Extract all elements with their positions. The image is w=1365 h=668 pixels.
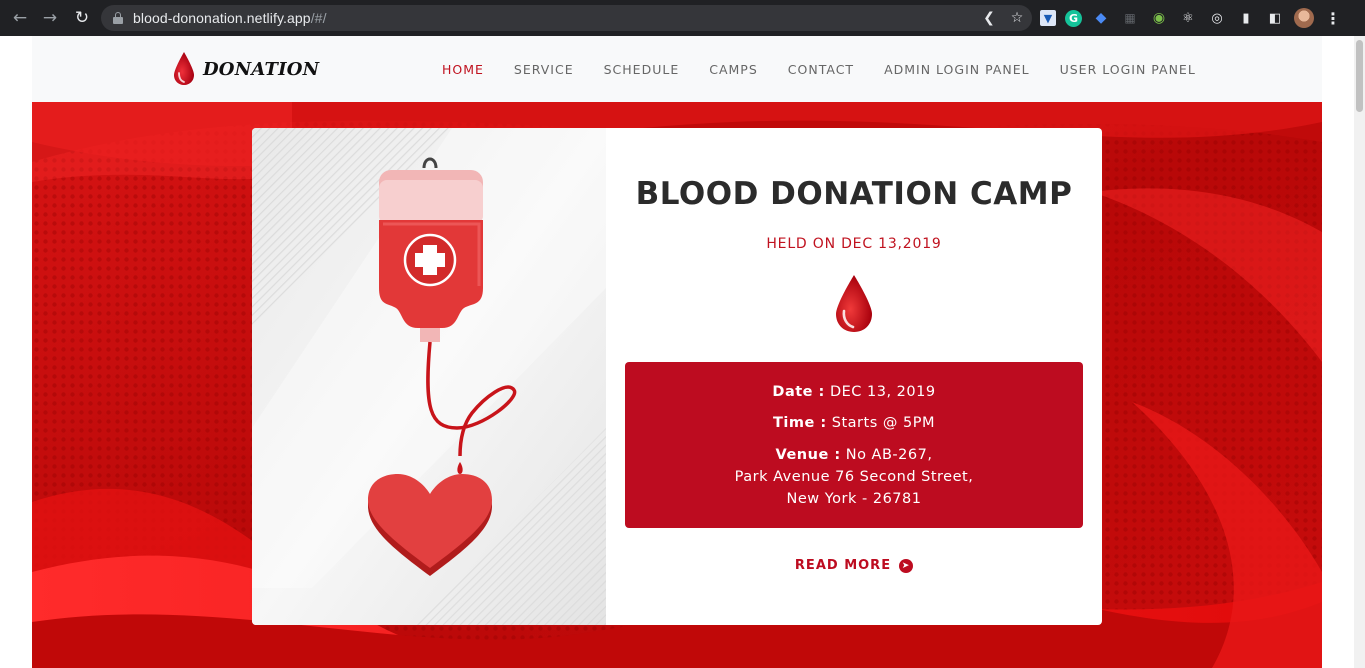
url-text: blood-dononation.netlify.app/#/ — [133, 10, 327, 26]
url-path: /#/ — [310, 10, 327, 26]
back-icon[interactable]: ← — [5, 0, 35, 36]
read-more-link[interactable]: READ MORE ➤ — [606, 558, 1102, 573]
date-value: DEC 13, 2019 — [829, 384, 936, 400]
blue-extension-icon[interactable]: ◆ — [1091, 8, 1111, 28]
main-menu: HOME SERVICE SCHEDULE CAMPS CONTACT ADMI… — [442, 36, 1226, 102]
camp-card: BLOOD DONATION CAMP HELD ON DEC 13,2019 … — [252, 128, 1102, 625]
page-viewport: DONATION HOME SERVICE SCHEDULE CAMPS CON… — [0, 36, 1365, 668]
browser-toolbar: ← → ↻ blood-dononation.netlify.app/#/ ❮ … — [0, 0, 1365, 36]
url-host: blood-dononation.netlify.app — [133, 10, 311, 26]
nav-service[interactable]: SERVICE — [514, 62, 574, 77]
nav-camps[interactable]: CAMPS — [709, 62, 758, 77]
blood-bag-illustration — [252, 128, 606, 625]
target-extension-icon[interactable]: ◎ — [1207, 8, 1227, 28]
venue-line-2: Park Avenue 76 Second Street, — [734, 469, 974, 485]
scrollbar-thumb[interactable] — [1356, 40, 1363, 112]
time-label: Time : — [773, 415, 827, 431]
frog-extension-icon[interactable]: ◉ — [1149, 8, 1169, 28]
nav-admin-login[interactable]: ADMIN LOGIN PANEL — [884, 62, 1030, 77]
camp-held-on: HELD ON DEC 13,2019 — [766, 236, 942, 252]
lock-icon[interactable] — [113, 12, 123, 24]
forward-icon[interactable]: → — [35, 0, 65, 36]
sidepanel-icon[interactable]: ◧ — [1265, 8, 1285, 28]
save-extension-icon[interactable]: ▼ — [1040, 10, 1056, 26]
address-bar[interactable]: blood-dononation.netlify.app/#/ ❮ ☆ — [101, 5, 1032, 31]
profile-avatar[interactable] — [1294, 8, 1314, 28]
venue-line-1: No AB-267, — [845, 447, 933, 463]
menu-icon[interactable]: ⋮ — [1323, 8, 1343, 28]
nav-user-login[interactable]: USER LOGIN PANEL — [1060, 62, 1196, 77]
blood-drop-icon — [174, 52, 194, 85]
grammarly-icon[interactable]: G — [1065, 9, 1082, 27]
date-label: Date : — [772, 384, 825, 400]
venue-label: Venue : — [775, 447, 841, 463]
camp-details: BLOOD DONATION CAMP HELD ON DEC 13,2019 … — [606, 128, 1102, 625]
date-line: Date : DEC 13, 2019 — [625, 384, 1083, 400]
camp-title: BLOOD DONATION CAMP — [635, 176, 1073, 212]
nav-home[interactable]: HOME — [442, 62, 484, 77]
time-value: Starts @ 5PM — [831, 415, 935, 431]
star-icon[interactable]: ☆ — [1008, 10, 1026, 26]
brand-name: DONATION — [203, 58, 320, 80]
grid-extension-icon[interactable]: ▦ — [1120, 8, 1140, 28]
brand-logo[interactable]: DONATION — [172, 50, 319, 88]
venue-line: Venue : No AB-267, — [625, 447, 1083, 463]
extensions-icon[interactable]: ▮ — [1236, 8, 1256, 28]
time-line: Time : Starts @ 5PM — [625, 415, 1083, 431]
reload-icon[interactable]: ↻ — [67, 0, 97, 36]
page-scrollbar[interactable] — [1354, 36, 1365, 668]
camp-info-box: Date : DEC 13, 2019 Time : Starts @ 5PM … — [625, 362, 1083, 528]
venue-line-3: New York - 26781 — [786, 491, 922, 507]
read-more-label: READ MORE — [794, 558, 892, 573]
blood-drop-icon — [836, 275, 872, 332]
react-devtools-icon[interactable]: ⚛ — [1178, 8, 1198, 28]
share-icon[interactable]: ❮ — [980, 10, 998, 26]
arrow-right-circle-icon: ➤ — [899, 558, 914, 573]
nav-contact[interactable]: CONTACT — [788, 62, 854, 77]
site-navbar: DONATION HOME SERVICE SCHEDULE CAMPS CON… — [32, 36, 1322, 102]
nav-schedule[interactable]: SCHEDULE — [604, 62, 680, 77]
